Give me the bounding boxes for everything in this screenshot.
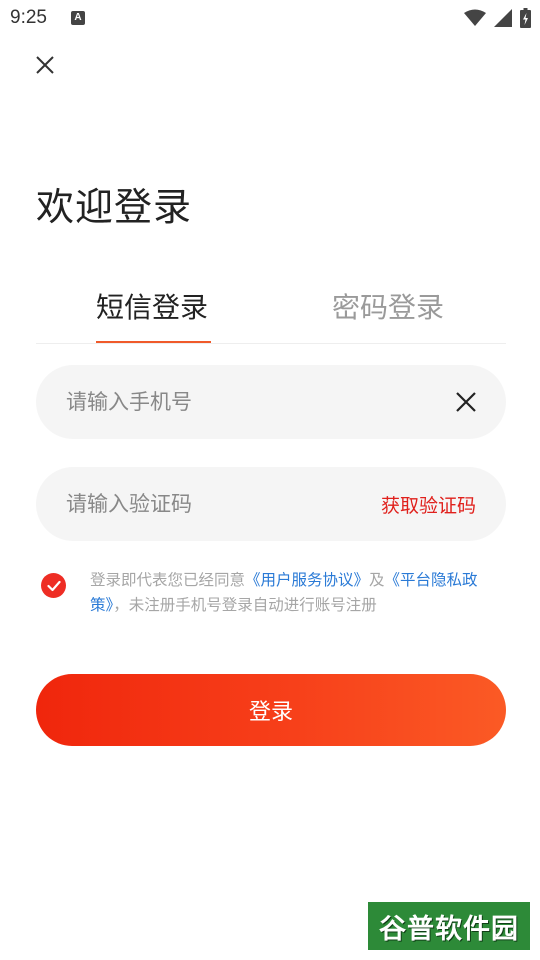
close-icon (36, 56, 54, 74)
user-service-agreement-link[interactable]: 《用户服务协议》 (245, 571, 369, 589)
phone-field (36, 365, 506, 439)
agreement-checkbox[interactable] (41, 573, 66, 598)
clear-phone-button[interactable] (452, 388, 480, 416)
phone-input[interactable] (66, 365, 366, 439)
page-title: 欢迎登录 (36, 185, 193, 229)
login-tabs: 短信登录 密码登录 (36, 272, 506, 344)
tab-sms-login[interactable]: 短信登录 (96, 286, 208, 326)
status-bar: 9:25 A (0, 0, 540, 36)
tab-password-login[interactable]: 密码登录 (332, 286, 444, 326)
checkmark-icon (46, 580, 61, 591)
agreement-text: 登录即代表您已经同意《用户服务协议》及《平台隐私政策》，未注册手机号登录自动进行… (90, 568, 510, 618)
close-icon (456, 392, 476, 412)
battery-charging-icon (520, 8, 531, 28)
wifi-icon (464, 9, 486, 26)
status-icons (464, 7, 531, 29)
close-button[interactable] (30, 50, 60, 80)
get-code-button[interactable]: 获取验证码 (381, 491, 476, 518)
notification-a-icon: A (71, 11, 85, 25)
code-field: 获取验证码 (36, 467, 506, 541)
agreement-prefix: 登录即代表您已经同意 (90, 571, 246, 589)
login-screen: 9:25 A 欢迎登录 短信登录 密码登录 请输入手机号 请输入验证码 获取验证… (0, 0, 540, 960)
login-button[interactable]: 登录 (36, 674, 506, 746)
status-time: 9:25 (10, 7, 47, 28)
verification-code-input[interactable] (66, 467, 366, 541)
tab-active-indicator (96, 341, 211, 343)
signal-icon (494, 9, 512, 27)
watermark-text: 谷普软件园 (379, 913, 519, 945)
site-watermark-logo: 谷普软件园 (368, 902, 530, 950)
agreement-suffix: ，未注册手机号登录自动进行账号注册 (113, 596, 377, 614)
agreement-middle: 及 (369, 571, 385, 589)
